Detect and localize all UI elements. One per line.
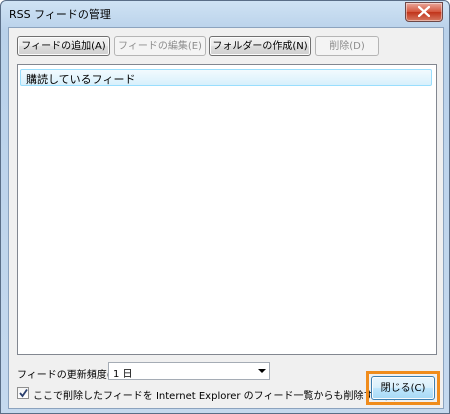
window-close-button[interactable] — [405, 2, 443, 22]
feed-tree-root-item[interactable]: 購読しているフィード — [20, 69, 432, 86]
update-frequency-value: 1 日 — [113, 369, 133, 380]
delete-button[interactable]: 削除(D) — [315, 36, 379, 56]
feed-tree-view[interactable]: 購読しているフィード — [17, 64, 437, 355]
create-folder-button[interactable]: フォルダーの作成(N) — [209, 36, 311, 56]
feed-tree-root-label: 購読しているフィード — [26, 73, 136, 86]
update-frequency-select[interactable]: 1 日 — [108, 362, 270, 380]
close-icon — [418, 6, 430, 17]
delete-from-ie-label: ここで削除したフィードを Internet Explorer のフィード一覧から… — [33, 391, 398, 402]
add-feed-button[interactable]: フィードの追加(A) — [17, 36, 110, 56]
rss-feed-manager-dialog: RSS フィードの管理 フィードの追加(A) フィードの編集(E) フォルダーの… — [0, 0, 450, 414]
checkmark-icon — [19, 388, 28, 398]
window-title: RSS フィードの管理 — [9, 8, 111, 21]
title-bar: RSS フィードの管理 — [1, 1, 449, 27]
edit-feed-button[interactable]: フィードの編集(E) — [114, 36, 206, 56]
close-button[interactable]: 閉じる(C) — [371, 376, 435, 400]
delete-from-ie-checkbox[interactable] — [17, 387, 29, 399]
chevron-down-icon — [258, 369, 266, 373]
dialog-body: フィードの追加(A) フィードの編集(E) フォルダーの作成(N) 削除(D) … — [8, 27, 444, 409]
